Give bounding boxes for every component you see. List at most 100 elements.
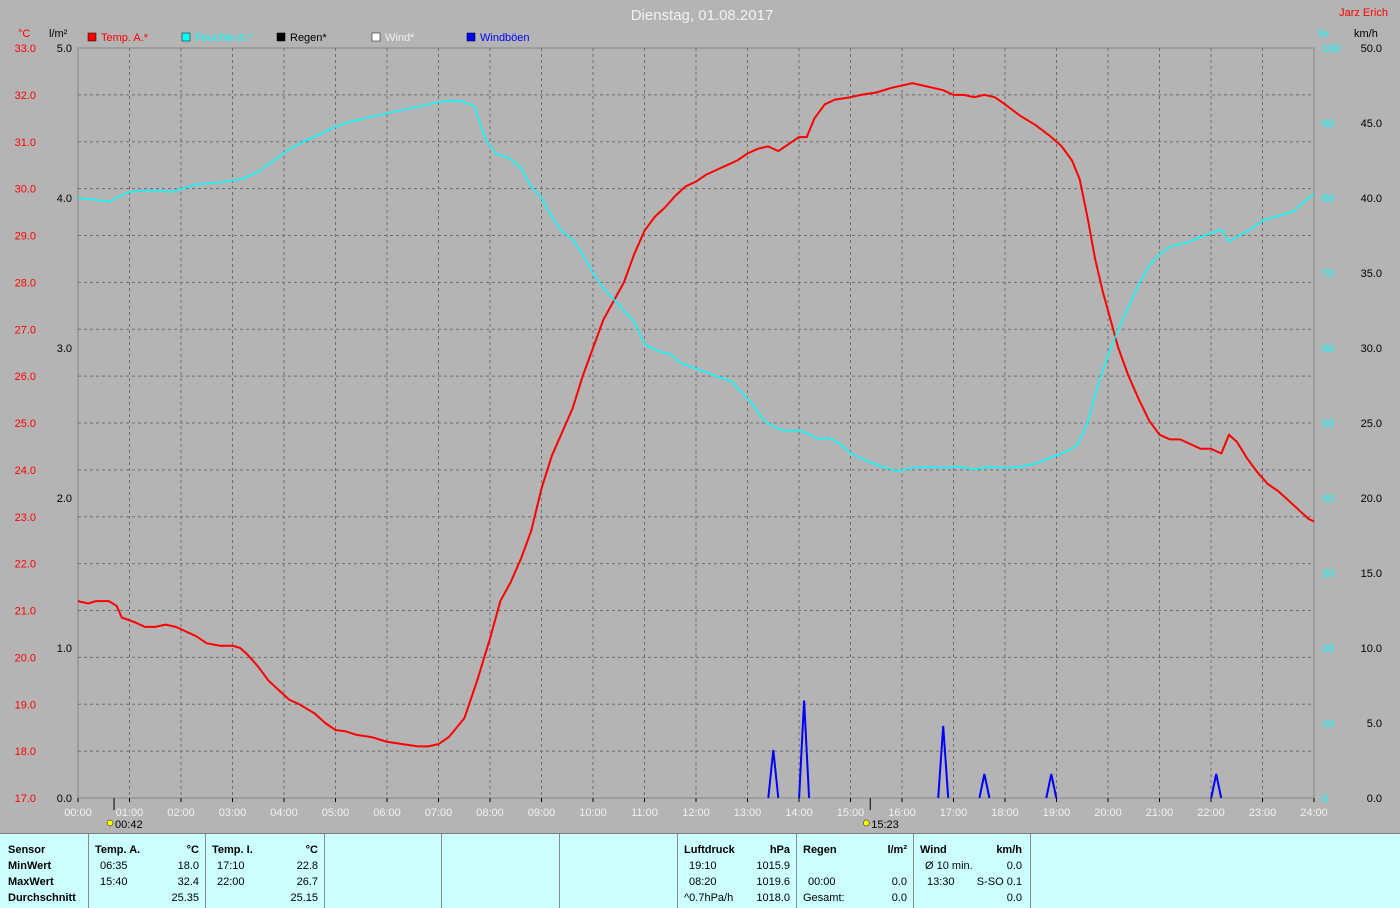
temp-i-min: 22.8 xyxy=(296,860,318,872)
chart-title: Dienstag, 01.08.2017 xyxy=(631,7,774,24)
legend-label-rain: Regen* xyxy=(290,32,327,44)
humidity-tick-label: 0 xyxy=(1322,793,1328,805)
time-tick-label: 02:00 xyxy=(167,807,195,819)
temp-tick-label: 30.0 xyxy=(15,184,36,196)
humidity-tick-label: 90 xyxy=(1322,118,1334,130)
rain-total-label: Gesamt: xyxy=(803,892,845,904)
temp-a-max-time: 15:40 xyxy=(100,876,128,888)
legend-swatch-wind xyxy=(371,32,381,42)
pressure-min-time: 19:10 xyxy=(689,860,717,872)
time-tick-label: 19:00 xyxy=(1043,807,1071,819)
hum-unit: % xyxy=(1318,28,1328,40)
temp-tick-label: 29.0 xyxy=(15,231,36,243)
time-tick-label: 14:00 xyxy=(785,807,813,819)
rain-unit: l/m² xyxy=(49,28,68,40)
col-wind: Wind km/h Ø 10 min. 0.0 13:30 S-SO 0.1 0… xyxy=(914,834,1031,908)
time-tick-label: 09:00 xyxy=(528,807,556,819)
time-tick-label: 10:00 xyxy=(579,807,607,819)
humidity-tick-label: 70 xyxy=(1322,268,1334,280)
temp-a-min-time: 06:35 xyxy=(100,860,128,872)
wind-head: Wind xyxy=(920,844,947,856)
wind-tick-label: 15.0 xyxy=(1361,568,1382,580)
col-rain: Regen l/m² 00:00 0.0 Gesamt: 0.0 xyxy=(797,834,914,908)
temp-tick-label: 21.0 xyxy=(15,606,36,618)
sunset-time: 15:23 xyxy=(871,819,899,831)
temp-i-max-time: 22:00 xyxy=(217,876,245,888)
row-min-label: MinWert xyxy=(8,860,52,872)
sunrise-icon xyxy=(106,819,114,827)
sensor-head: Sensor xyxy=(8,844,46,856)
legend-label-gusts: Windböen xyxy=(480,32,530,44)
rain-head: Regen xyxy=(803,844,837,856)
time-tick-label: 16:00 xyxy=(888,807,916,819)
temp-tick-label: 18.0 xyxy=(15,746,36,758)
time-tick-label: 03:00 xyxy=(219,807,247,819)
rain-tick-label: 1.0 xyxy=(57,643,72,655)
legend-label-temp: Temp. A.* xyxy=(101,32,149,44)
humidity-tick-label: 20 xyxy=(1322,643,1334,655)
time-tick-label: 06:00 xyxy=(373,807,401,819)
temp-tick-label: 24.0 xyxy=(15,465,36,477)
wind-total: 0.0 xyxy=(1006,892,1022,904)
time-tick-label: 12:00 xyxy=(682,807,710,819)
time-tick-label: 05:00 xyxy=(322,807,350,819)
time-tick-label: 13:00 xyxy=(734,807,762,819)
wind-max-time: 13:30 xyxy=(927,876,955,888)
wind-max: S-SO 0.1 xyxy=(976,876,1022,888)
rain-total: 0.0 xyxy=(891,892,907,904)
temp-a-head: Temp. A. xyxy=(95,844,141,856)
temp-tick-label: 20.0 xyxy=(15,652,36,664)
time-tick-label: 15:00 xyxy=(837,807,865,819)
temp-i-unit: °C xyxy=(305,844,318,856)
time-tick-label: 22:00 xyxy=(1197,807,1225,819)
temp-a-avg: 25.35 xyxy=(171,892,199,904)
temp-tick-label: 22.0 xyxy=(15,559,36,571)
wind-unit: km/h xyxy=(996,844,1022,856)
temp-tick-label: 19.0 xyxy=(15,699,36,711)
col-sensor: Sensor MinWert MaxWert Durchschnitt xyxy=(0,834,89,908)
wind-avg: 0.0 xyxy=(1006,860,1022,872)
temp-tick-label: 23.0 xyxy=(15,512,36,524)
legend-swatch-temp xyxy=(87,32,97,42)
col-temp-a: Temp. A. °C 06:35 18.0 15:40 32.4 25.35 xyxy=(89,834,206,908)
weather-chart: 17.0 18.0 19.0 20.0 21.0 22.0 23.0 24.0 25.0 26.0… xyxy=(0,0,1400,832)
pressure-max-time: 08:20 xyxy=(689,876,717,888)
temp-a-unit: °C xyxy=(186,844,199,856)
time-tick-label: 21:00 xyxy=(1146,807,1174,819)
wind-tick-label: 0.0 xyxy=(1367,793,1382,805)
temp-tick-label: 32.0 xyxy=(15,90,36,102)
rain-max-time: 00:00 xyxy=(808,876,836,888)
temp-tick-label: 28.0 xyxy=(15,277,36,289)
time-tick-label: 17:00 xyxy=(940,807,968,819)
temp-i-head: Temp. I. xyxy=(212,844,253,856)
rain-tick-label: 0.0 xyxy=(57,793,72,805)
wind-tick-label: 40.0 xyxy=(1361,193,1382,205)
humidity-tick-label: 40 xyxy=(1322,493,1334,505)
time-tick-label: 07:00 xyxy=(425,807,453,819)
humidity-tick-label: 30 xyxy=(1322,568,1334,580)
legend-swatch-humidity xyxy=(181,32,191,42)
pressure-head: Luftdruck xyxy=(684,844,735,856)
row-max-label: MaxWert xyxy=(8,876,54,888)
temp-tick-label: 17.0 xyxy=(15,793,36,805)
time-tick-label: 24:00 xyxy=(1300,807,1328,819)
humidity-tick-label: 10 xyxy=(1322,718,1334,730)
time-tick-label: 23:00 xyxy=(1249,807,1277,819)
temp-a-min: 18.0 xyxy=(177,860,199,872)
rain-unit: l/m² xyxy=(887,844,907,856)
humidity-tick-label: 50 xyxy=(1322,418,1334,430)
wind-tick-label: 20.0 xyxy=(1361,493,1382,505)
pressure-trend: ^0.7hPa/h xyxy=(684,892,734,904)
rain-max: 0.0 xyxy=(891,876,907,888)
temp-tick-label: 25.0 xyxy=(15,418,36,430)
temp-a-max: 32.4 xyxy=(177,876,199,888)
time-tick-label: 11:00 xyxy=(631,807,658,819)
temp-tick-label: 27.0 xyxy=(15,324,36,336)
temp-tick-label: 33.0 xyxy=(15,43,36,55)
pressure-unit: hPa xyxy=(769,844,790,856)
col-empty-2 xyxy=(442,834,560,908)
wind-avg-label: Ø 10 min. xyxy=(925,860,973,872)
time-tick-label: 04:00 xyxy=(270,807,298,819)
wind-unit: km/h xyxy=(1354,28,1378,40)
pressure-min: 1015.9 xyxy=(756,860,790,872)
